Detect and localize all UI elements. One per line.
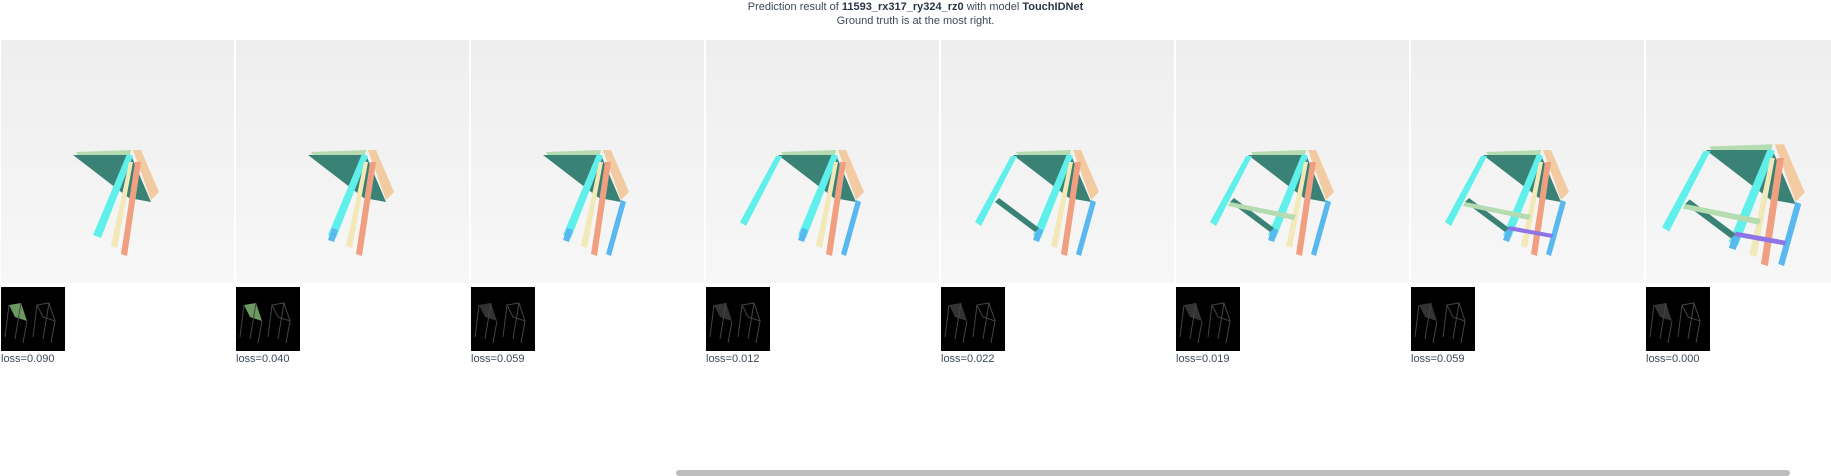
model-name: TouchIDNet [1022,1,1084,13]
chair-render [1,40,234,283]
chair-part-back-leg [740,156,782,226]
loss-label: loss=0.022 [941,353,995,365]
touch-map-thumbnail [1176,287,1240,351]
page-header: Prediction result of 11593_rx317_ry324_r… [0,0,1831,28]
chair-part-leg-blue [606,200,626,256]
loss-label: loss=0.000 [1646,353,1700,365]
touch-map-thumbnail [236,287,300,351]
chair-render [1176,40,1409,283]
loss-label: loss=0.059 [1411,353,1465,365]
touch-map-thumbnail [1,287,65,351]
result-panel: loss=0.012 [706,40,939,365]
chair-render [941,40,1174,283]
result-panel: loss=0.040 [236,40,469,365]
subtitle: Ground truth is at the most right. [836,15,995,27]
chair-render [706,40,939,283]
chair-part-stretcher [1465,198,1509,232]
chair-part-leg-blue [841,200,861,256]
result-panel: loss=0.059 [1411,40,1644,365]
result-panel: loss=0.000 [1646,40,1831,365]
chair-part-back-leg [975,156,1017,226]
loss-label: loss=0.012 [706,353,760,365]
result-panel: loss=0.090 [1,40,234,365]
chair-part-stretcher [1685,199,1736,239]
chair-part-leg-blue [1546,200,1566,256]
chair-part-back-leg [1662,151,1711,232]
touch-map-thumbnail [1411,287,1475,351]
loss-label: loss=0.040 [236,353,290,365]
touch-map-thumbnail [706,287,770,351]
chair-part-back-leg [1210,156,1252,226]
result-panel: loss=0.022 [941,40,1174,365]
chair-part-leg-blue [1076,200,1096,256]
loss-label: loss=0.090 [1,353,55,365]
title-line: Prediction result of 11593_rx317_ry324_r… [747,1,1084,13]
loss-label: loss=0.019 [1176,353,1230,365]
result-panel: loss=0.019 [1176,40,1409,365]
chair-part-stretcher [995,198,1039,232]
chair-part-back-leg [1445,156,1487,226]
horizontal-scrollbar[interactable] [676,470,1790,476]
touch-map-thumbnail [941,287,1005,351]
chair-render [471,40,704,283]
result-panel: loss=0.059 [471,40,704,365]
chair-render [236,40,469,283]
touch-map-thumbnail [1646,287,1710,351]
chair-part-leg-blue [1778,201,1802,267]
chair-part-stretcher [1230,198,1274,232]
chair-part-leg-blue [1311,200,1331,256]
sample-id: 11593_rx317_ry324_rz0 [841,1,964,13]
touch-map-thumbnail [471,287,535,351]
chair-render [1646,40,1831,283]
chair-render [1411,40,1644,283]
loss-label: loss=0.059 [471,353,525,365]
